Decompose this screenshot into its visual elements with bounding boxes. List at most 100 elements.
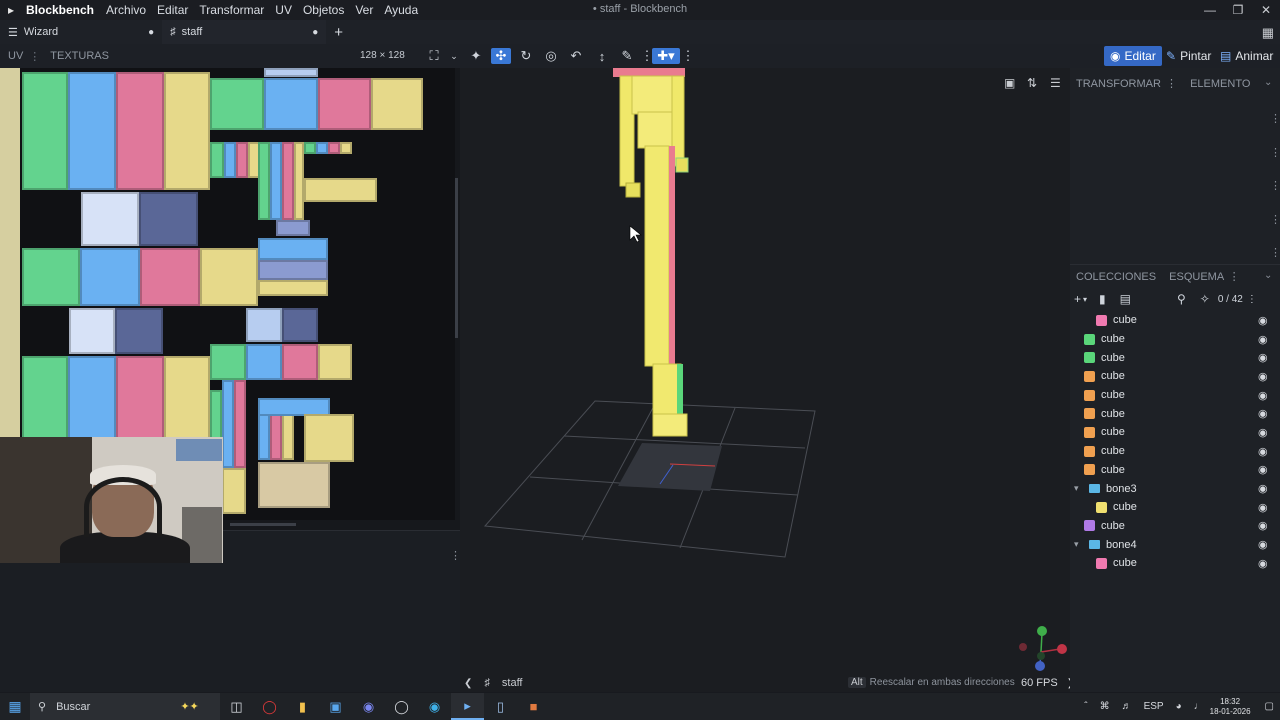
brush-tool-icon[interactable]: ✎ [617,48,637,64]
uv-face[interactable] [328,142,340,154]
discord-icon[interactable]: ◉ [352,693,385,720]
start-screen-icon[interactable]: ▦ [1262,25,1274,41]
pivot-tool-icon[interactable]: ◎ [541,48,561,64]
toolbar-menu-icon[interactable]: ⋮ [678,48,698,64]
task-view-icon[interactable]: ◫ [220,693,253,720]
outliner-cube-row[interactable]: cube ◉ [1070,554,1280,573]
uv-face[interactable] [264,78,318,130]
tab-element[interactable]: ELEMENTO [1190,78,1250,90]
eye-icon[interactable]: ◉ [1258,407,1268,420]
minecraft-icon[interactable]: ■ [517,693,550,720]
windows-start-icon[interactable]: ▦ [0,693,30,720]
menu-ayuda[interactable]: Ayuda [384,3,418,17]
chevron-down-icon[interactable]: ▾ [1074,539,1079,550]
opera-icon[interactable]: ◯ [253,693,286,720]
chevron-down-icon[interactable]: ⌄ [1264,77,1272,88]
panel-menu-icon[interactable]: ⋮ [1247,294,1257,305]
outliner-group-row[interactable]: ▾ bone4 ◉ [1070,535,1280,554]
uv-horizontal-scrollbar[interactable] [230,523,296,526]
uv-face[interactable] [22,72,68,190]
uv-face[interactable] [222,380,234,468]
uv-face[interactable] [294,142,304,220]
paint-mode-button[interactable]: ✎ Pintar [1160,46,1217,66]
uv-face[interactable] [234,380,246,468]
breadcrumb[interactable]: staff [502,677,523,689]
fullscreen-icon[interactable]: ⛶ [424,48,444,64]
blockbench-taskbar-icon[interactable]: ▸ [451,693,484,720]
uv-face[interactable] [116,72,164,190]
tab-transform[interactable]: TRANSFORMAR [1076,78,1161,90]
uv-face[interactable] [139,192,198,246]
menu-editar[interactable]: Editar [157,3,188,17]
orientation-gizmo[interactable] [1019,626,1067,671]
close-icon[interactable]: ✕ [1252,0,1280,20]
outliner-cube-row[interactable]: cube ◉ [1070,386,1280,405]
sidebar-app-icon[interactable]: ▯ [484,693,517,720]
menu-uv[interactable]: UV [275,3,292,17]
uv-face[interactable] [236,142,248,178]
uv-face[interactable] [264,68,318,77]
add-group-icon[interactable]: ▮ [1099,292,1106,306]
uv-face[interactable] [276,220,310,236]
speaker-icon[interactable]: ♩ [1194,701,1204,712]
outliner-cube-row[interactable]: cube ◉ [1070,423,1280,442]
menu-ver[interactable]: Ver [355,3,373,17]
tab-outliner[interactable]: ESQUEMA [1169,271,1223,283]
uv-face[interactable] [258,238,328,260]
uv-face[interactable] [316,142,328,154]
uv-face[interactable] [22,248,80,306]
uv-face[interactable] [80,248,140,306]
staff-model[interactable] [613,68,689,437]
row-menu-icon[interactable]: ⋮ [1270,213,1280,226]
uv-face[interactable] [282,344,318,380]
chevron-down-icon[interactable]: ⌄ [444,48,464,64]
uv-vertical-scrollbar[interactable] [455,178,458,338]
outliner-cube-row[interactable]: cube ◉ [1070,404,1280,423]
uv-face[interactable] [115,308,163,354]
eye-icon[interactable]: ◉ [1258,314,1268,327]
outliner-cube-row[interactable]: cube ◉ [1070,442,1280,461]
attachment-icon[interactable]: ✧ [1200,292,1210,306]
uv-face[interactable] [270,142,282,220]
row-menu-icon[interactable]: ⋮ [1270,146,1280,159]
panel-menu-icon[interactable]: ⋮ [29,50,40,63]
row-menu-icon[interactable]: ⋮ [1270,246,1280,259]
row-menu-icon[interactable]: ⋮ [1270,179,1280,192]
volume-icon[interactable]: ♬ [1122,701,1132,712]
eye-icon[interactable]: ◉ [1258,333,1268,346]
uv-face[interactable] [258,260,328,280]
eye-icon[interactable]: ◉ [1258,463,1268,476]
undo-arrow-icon[interactable]: ↶ [566,48,586,64]
eye-icon[interactable]: ◉ [1258,538,1268,551]
rotate-tool-icon[interactable]: ↻ [516,48,536,64]
uv-face[interactable] [304,414,354,462]
uv-face[interactable] [224,142,236,178]
uv-face[interactable] [282,142,294,220]
uv-face[interactable] [222,468,246,514]
uv-face[interactable] [258,280,328,296]
chevron-down-icon[interactable]: ▾ [1074,483,1079,494]
eye-icon[interactable]: ◉ [1258,426,1268,439]
add-element-icon[interactable]: + [1074,292,1081,306]
outliner-cube-row[interactable]: cube ◉ [1070,498,1280,517]
chevron-left-icon[interactable]: ❮ [464,678,472,689]
sort-icon[interactable]: ⇅ [1027,76,1037,90]
add-tab-icon[interactable]: + [334,24,343,41]
uv-face[interactable] [200,248,258,306]
store-icon[interactable]: ▣ [319,693,352,720]
uv-face[interactable] [81,192,139,246]
outliner-cube-row[interactable]: cube ◉ [1070,348,1280,367]
outliner-cube-row[interactable]: cube ◉ [1070,330,1280,349]
uv-face[interactable] [246,344,282,380]
uv-face[interactable] [371,78,423,130]
github-icon[interactable]: ◯ [385,693,418,720]
uv-face[interactable] [340,142,352,154]
uv-face[interactable] [282,308,318,342]
3d-viewport[interactable] [460,68,1070,692]
clock[interactable]: 18:32 18-01-2026 [1210,697,1251,717]
outliner-cube-row[interactable]: cube ◉ [1070,367,1280,386]
vertex-snap-icon[interactable]: ✦ [466,48,486,64]
uv-face[interactable] [246,308,282,342]
edge-icon[interactable]: ◉ [418,693,451,720]
edit-mode-button[interactable]: ◉ Editar [1104,46,1162,66]
